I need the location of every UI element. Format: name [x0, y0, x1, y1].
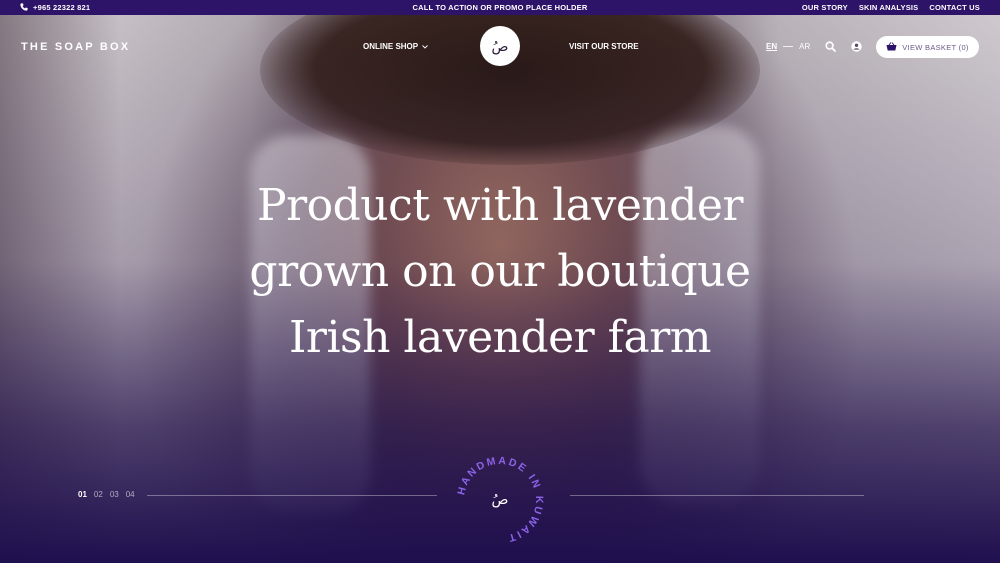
divider-right — [570, 495, 864, 496]
brand-name[interactable]: THE SOAP BOX — [21, 41, 130, 53]
hero-headline: Product with lavender grown on our bouti… — [150, 173, 850, 371]
lang-divider — [783, 46, 794, 47]
hero-headline-line: Irish lavender farm — [289, 312, 711, 363]
user-icon[interactable] — [850, 40, 862, 52]
language-switch: EN AR — [766, 42, 810, 51]
link-skin-analysis[interactable]: SKIN ANALYSIS — [859, 3, 919, 12]
slide-dot-1[interactable]: 01 — [78, 490, 87, 499]
main-nav: THE SOAP BOX ONLINE SHOP صُ VISIT OUR ST… — [0, 15, 1000, 79]
nav-online-shop[interactable]: ONLINE SHOP — [363, 42, 428, 51]
divider-left — [147, 495, 437, 496]
link-our-story[interactable]: OUR STORY — [802, 3, 848, 12]
phone-contact[interactable]: +965 22322 821 — [20, 2, 91, 13]
lang-ar[interactable]: AR — [799, 42, 810, 51]
link-contact-us[interactable]: CONTACT US — [929, 3, 980, 12]
phone-number: +965 22322 821 — [33, 3, 91, 12]
nav-online-shop-label: ONLINE SHOP — [363, 42, 419, 51]
view-basket-label: VIEW BASKET (0) — [902, 42, 969, 52]
slide-dot-3[interactable]: 03 — [110, 490, 119, 499]
hero-headline-line: Product with lavender — [257, 180, 743, 231]
slide-dot-2[interactable]: 02 — [94, 490, 103, 499]
top-links: OUR STORY SKIN ANALYSIS CONTACT US — [802, 3, 980, 12]
logo[interactable]: صُ — [480, 26, 520, 66]
search-icon[interactable] — [824, 40, 836, 52]
view-basket-button[interactable]: VIEW BASKET (0) — [876, 36, 979, 58]
svg-text:صُ: صُ — [492, 39, 509, 55]
handmade-badge: HANDMADE IN KUWAIT صُ — [455, 455, 543, 545]
logo-mark-icon: صُ — [482, 28, 518, 64]
chevron-down-icon — [422, 42, 428, 51]
badge-logo-glyph: صُ — [492, 492, 509, 508]
phone-icon — [20, 2, 28, 13]
lang-en[interactable]: EN — [766, 42, 777, 51]
top-bar: +965 22322 821 CALL TO ACTION OR PROMO P… — [0, 0, 1000, 15]
basket-icon — [886, 41, 897, 53]
slide-pager: 01 02 03 04 — [78, 490, 135, 499]
nav-visit-store[interactable]: VISIT OUR STORE — [569, 42, 639, 51]
slide-dot-4[interactable]: 04 — [126, 490, 135, 499]
hero-headline-line: grown on our boutique — [249, 246, 751, 297]
